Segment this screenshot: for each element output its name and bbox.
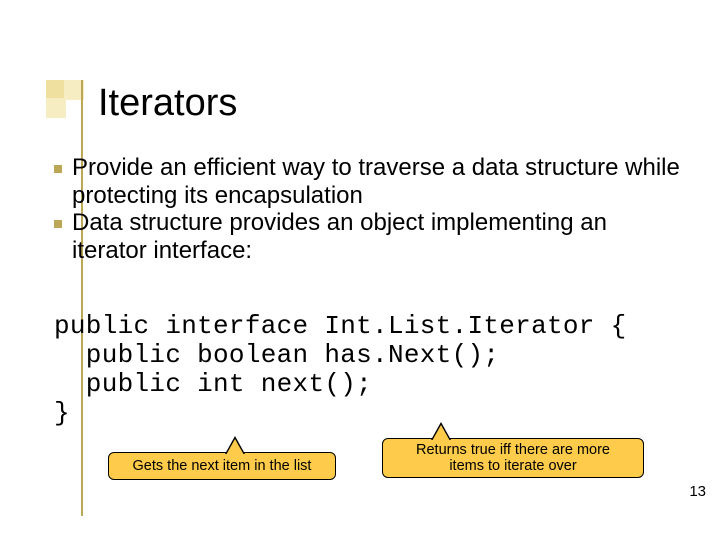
callout-label: Returns true iff there are more items to…: [416, 442, 610, 474]
callout-hasnext: Returns true iff there are more items to…: [382, 438, 644, 478]
vertical-bar: [81, 80, 83, 516]
title-decor: [46, 80, 84, 118]
callout-label: Gets the next item in the list: [133, 458, 312, 474]
bullet-text: Provide an efficient way to traverse a d…: [72, 154, 682, 209]
bullet-list: Provide an efficient way to traverse a d…: [54, 154, 682, 264]
bullet-icon: [54, 165, 62, 173]
slide-title: Iterators: [98, 82, 237, 125]
bullet-text: Data structure provides an object implem…: [72, 209, 682, 264]
callout-next: Gets the next item in the list: [108, 452, 336, 480]
list-item: Provide an efficient way to traverse a d…: [54, 154, 682, 209]
list-item: Data structure provides an object implem…: [54, 209, 682, 264]
code-block: public interface Int.List.Iterator { pub…: [54, 312, 694, 428]
page-number: 13: [689, 483, 706, 500]
bullet-icon: [54, 220, 62, 228]
